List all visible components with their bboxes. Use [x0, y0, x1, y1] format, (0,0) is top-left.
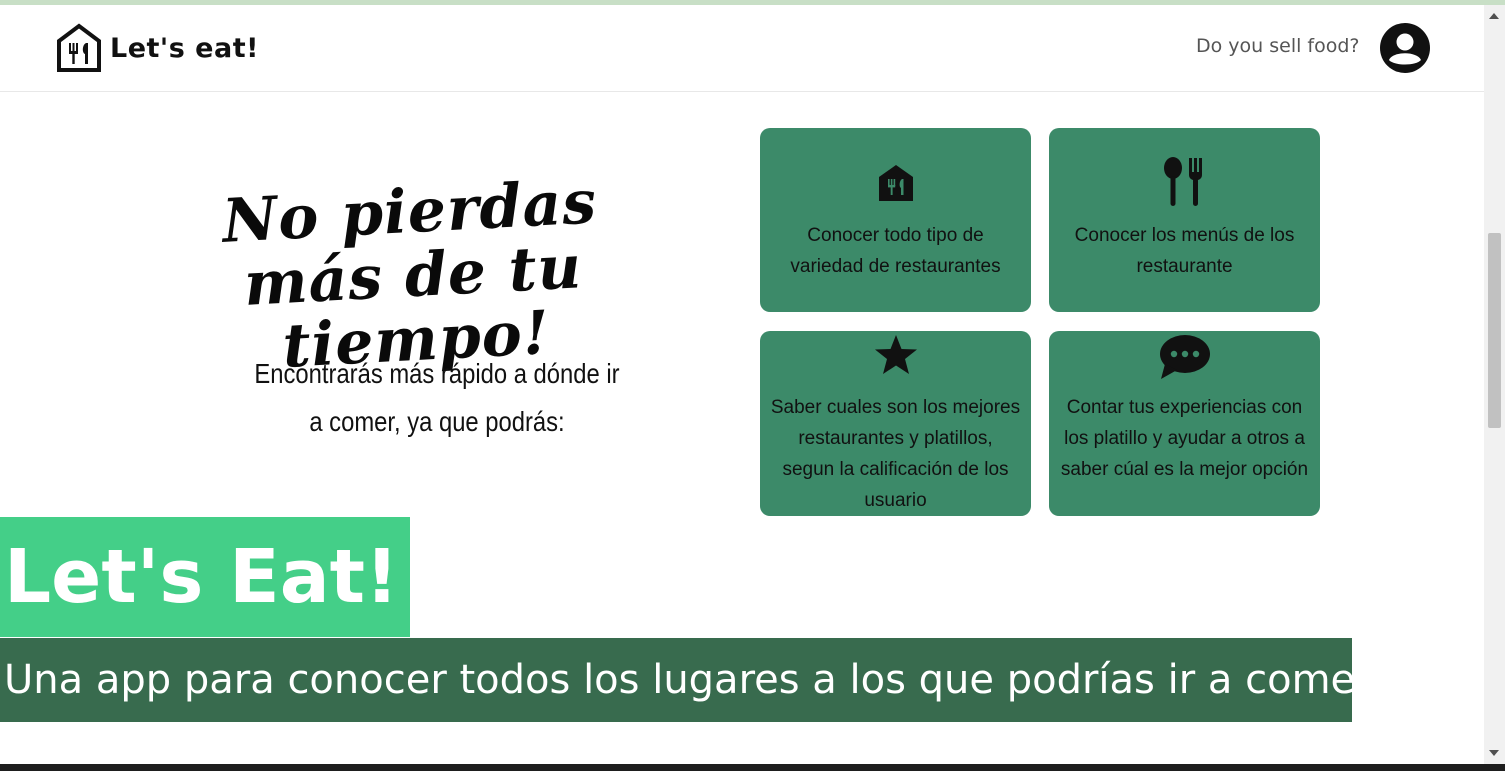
- banner-subtitle: Una app para conocer todos los lugares a…: [0, 638, 1352, 722]
- feature-text: Conocer los menús de los restaurante: [1074, 225, 1295, 277]
- feature-text: Contar tus experiencias con los platillo…: [1060, 397, 1309, 480]
- taskbar-edge: [0, 764, 1505, 771]
- user-avatar-icon[interactable]: [1379, 22, 1431, 74]
- feature-text: Saber cuales son los mejores restaurante…: [770, 397, 1021, 511]
- scroll-up-arrow-icon[interactable]: [1489, 13, 1499, 19]
- scroll-down-arrow-icon[interactable]: [1489, 750, 1499, 756]
- restaurant-logo-icon: [57, 23, 101, 72]
- hero-subtitle: Encontrarás más rápido a dónde ir a come…: [254, 358, 620, 437]
- restaurant-house-icon: [878, 165, 913, 201]
- sell-food-link[interactable]: Do you sell food?: [1196, 35, 1360, 57]
- brand[interactable]: Let's eat!: [56, 23, 259, 73]
- feature-card-ratings: Saber cuales son los mejores restaurante…: [760, 331, 1031, 516]
- scroll-thumb[interactable]: [1488, 233, 1501, 428]
- feature-card-menus: Conocer los menús de los restaurante: [1049, 128, 1320, 312]
- spoon-fork-icon: [1163, 157, 1202, 206]
- vertical-scrollbar[interactable]: [1484, 5, 1505, 764]
- star-icon: [874, 335, 917, 374]
- feature-card-experiences: Contar tus experiencias con los platillo…: [1049, 331, 1320, 516]
- feature-text: Conocer todo tipo de variedad de restaur…: [790, 225, 1001, 277]
- navbar: Let's eat! Do you sell food?: [0, 5, 1484, 92]
- banner-title: Let's Eat!: [0, 517, 410, 637]
- chat-bubble-icon: [1159, 335, 1210, 379]
- feature-card-restaurants: Conocer todo tipo de variedad de restaur…: [760, 128, 1031, 312]
- brand-name: Let's eat!: [110, 32, 259, 64]
